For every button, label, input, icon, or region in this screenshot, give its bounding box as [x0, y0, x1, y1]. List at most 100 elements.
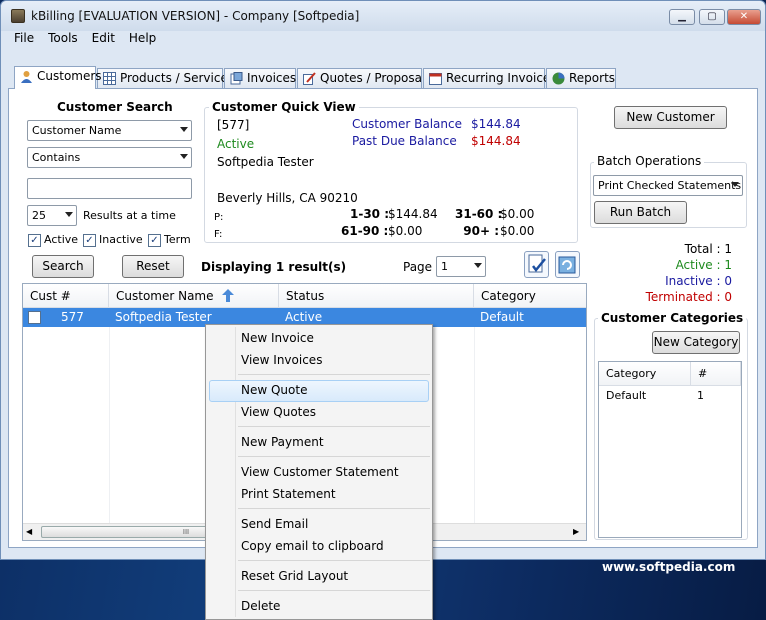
cell-category: Default	[480, 310, 524, 324]
select-value: 25	[32, 209, 46, 222]
person-icon	[21, 71, 32, 83]
page-label: Page	[403, 260, 433, 274]
chevron-down-icon	[180, 154, 188, 159]
balance-value: $144.84	[471, 117, 521, 131]
scroll-left-icon[interactable]: ◀	[26, 527, 32, 536]
search-title: Customer Search	[57, 100, 173, 114]
row-checkbox[interactable]	[28, 311, 41, 324]
tab-label: Reports	[569, 71, 616, 85]
tab-label: Recurring Invoices	[446, 71, 557, 85]
tab-label: Customers	[37, 69, 102, 83]
cell-customer-name: Softpedia Tester	[115, 310, 212, 324]
column-header-cust-num[interactable]: Cust #	[23, 284, 109, 308]
categories-table: Category # Default 1	[598, 361, 742, 538]
invoice-icon	[230, 72, 243, 85]
app-icon	[11, 9, 25, 23]
menu-separator	[238, 426, 430, 427]
customer-status: Active	[217, 137, 255, 151]
context-menu: New Invoice View Invoices New Quote View…	[205, 324, 433, 620]
customer-id: [577]	[217, 118, 250, 132]
refresh-button[interactable]	[555, 251, 580, 278]
search-button[interactable]: Search	[32, 255, 94, 278]
tab-label: Products / Services	[120, 71, 235, 85]
menu-item-view-customer-statement[interactable]: View Customer Statement	[241, 465, 399, 479]
menu-item-new-invoice[interactable]: New Invoice	[241, 331, 314, 345]
aging-value-61-90: $0.00	[388, 224, 423, 238]
run-batch-button[interactable]: Run Batch	[594, 201, 687, 224]
column-header-label: Customer Name	[116, 289, 214, 303]
customer-name: Softpedia Tester	[217, 155, 314, 169]
tab-label: Invoices	[247, 71, 297, 85]
search-operator-select[interactable]: Contains	[27, 147, 192, 168]
menu-item-copy-email[interactable]: Copy email to clipboard	[241, 539, 384, 553]
column-divider	[109, 327, 110, 523]
column-header-category[interactable]: Category	[474, 284, 586, 308]
past-due-value: $144.84	[471, 134, 521, 148]
reset-button[interactable]: Reset	[122, 255, 184, 278]
select-value: Contains	[32, 151, 81, 164]
new-category-button[interactable]: New Category	[652, 331, 740, 354]
refresh-icon	[558, 256, 576, 274]
column-header-count[interactable]: #	[691, 362, 741, 386]
term-checkbox[interactable]: ✓	[148, 234, 161, 247]
results-count: Displaying 1 result(s)	[201, 260, 347, 274]
calendar-icon	[429, 73, 442, 85]
tab-reports[interactable]: Reports	[546, 68, 616, 89]
past-due-label: Past Due Balance	[352, 134, 457, 148]
menu-item-view-quotes[interactable]: View Quotes	[241, 405, 316, 419]
scroll-right-icon[interactable]: ▶	[573, 527, 579, 536]
tab-quotes-proposals[interactable]: Quotes / Proposals	[297, 68, 432, 89]
search-field-select[interactable]: Customer Name	[27, 120, 192, 141]
cell-category: Default	[606, 389, 647, 402]
search-input[interactable]	[27, 178, 192, 199]
chevron-down-icon	[731, 182, 739, 187]
active-checkbox[interactable]: ✓	[28, 234, 41, 247]
new-customer-button[interactable]: New Customer	[614, 106, 727, 129]
customer-address: Beverly Hills, CA 90210	[217, 191, 358, 205]
fax-label: F:	[214, 229, 223, 240]
menu-item-delete[interactable]: Delete	[241, 599, 280, 613]
customer-categories-title: Customer Categories	[598, 311, 747, 325]
inactive-checkbox[interactable]: ✓	[83, 234, 96, 247]
sort-ascending-icon	[222, 289, 234, 302]
results-per-page-label: Results at a time	[83, 209, 176, 222]
menu-gutter	[235, 327, 236, 617]
title-bar: kBilling [EVALUATION VERSION] - Company …	[1, 1, 765, 31]
table-row[interactable]: Default 1	[599, 386, 741, 404]
menu-item-new-payment[interactable]: New Payment	[241, 435, 324, 449]
menu-edit[interactable]: Edit	[85, 29, 122, 47]
menu-file[interactable]: File	[7, 29, 41, 47]
column-header-customer-name[interactable]: Customer Name	[109, 284, 279, 308]
page-select[interactable]: 1	[436, 256, 486, 277]
tab-recurring-invoices[interactable]: Recurring Invoices	[423, 68, 557, 89]
menu-help[interactable]: Help	[122, 29, 163, 47]
select-value: Customer Name	[32, 124, 122, 137]
minimize-button[interactable]: ▁	[669, 9, 695, 25]
maximize-button[interactable]: ▢	[699, 9, 725, 25]
chevron-down-icon	[65, 212, 73, 217]
close-button[interactable]: ✕	[727, 9, 761, 25]
column-header-status[interactable]: Status	[279, 284, 474, 308]
tab-invoices[interactable]: Invoices	[224, 68, 296, 89]
menu-item-print-statement[interactable]: Print Statement	[241, 487, 336, 501]
menu-item-send-email[interactable]: Send Email	[241, 517, 308, 531]
menu-separator	[238, 374, 430, 375]
batch-operation-select[interactable]: Print Checked Statements	[593, 175, 743, 196]
term-label: Term	[164, 233, 191, 246]
inactive-count: Inactive : 0	[665, 274, 732, 288]
chevron-down-icon	[180, 127, 188, 132]
menu-item-reset-grid-layout[interactable]: Reset Grid Layout	[241, 569, 348, 583]
tab-customers[interactable]: Customers	[14, 66, 102, 89]
tab-products-services[interactable]: Products / Services	[97, 68, 234, 89]
check-all-button[interactable]	[524, 251, 549, 278]
aging-label-31-60: 31-60 :	[455, 207, 503, 221]
results-per-page-select[interactable]: 25	[27, 205, 77, 226]
menu-item-view-invoices[interactable]: View Invoices	[241, 353, 322, 367]
menu-separator	[238, 560, 430, 561]
menu-bar: File Tools Edit Help	[7, 29, 163, 47]
menu-tools[interactable]: Tools	[41, 29, 85, 47]
column-header-category[interactable]: Category	[599, 362, 691, 386]
phone-label: P:	[214, 212, 224, 223]
select-value: 1	[441, 260, 448, 273]
menu-item-new-quote[interactable]: New Quote	[241, 383, 307, 397]
